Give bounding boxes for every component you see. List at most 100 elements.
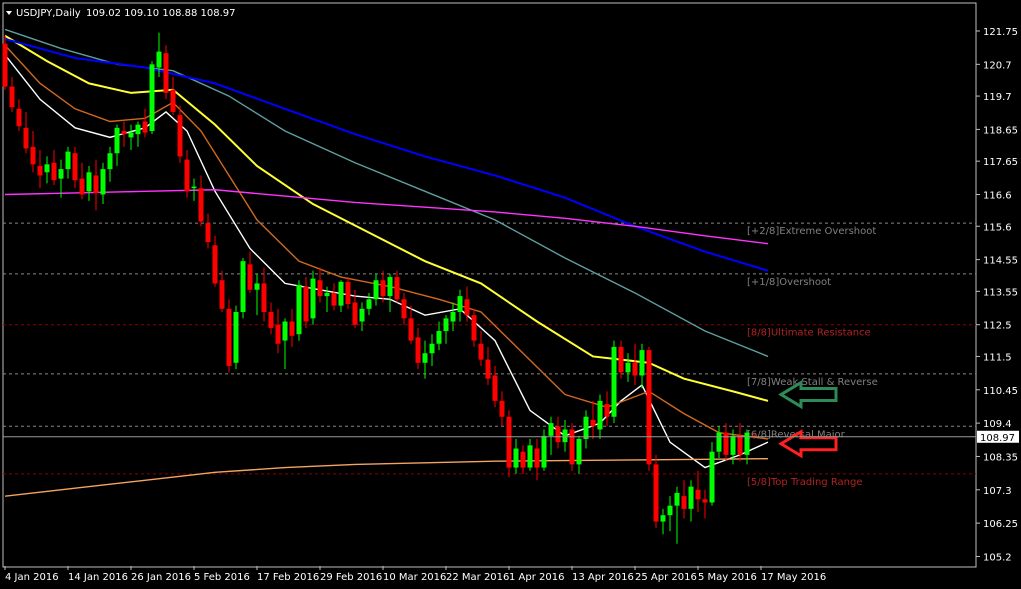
- candle-body: [464, 299, 470, 316]
- candle-body: [65, 151, 71, 170]
- candle-body: [121, 131, 127, 135]
- candle-body: [667, 505, 673, 516]
- candle: [569, 423, 575, 471]
- candle-body: [163, 53, 169, 93]
- candle: [709, 442, 715, 506]
- candle-body: [709, 451, 715, 503]
- candle-body: [44, 164, 50, 173]
- x-tick-label: 1 Apr 2016: [509, 572, 564, 583]
- candle-body: [100, 169, 106, 195]
- candle-body: [576, 438, 582, 465]
- level-label: [+2/8]Extreme Overshoot: [747, 226, 876, 237]
- candle-body: [737, 435, 743, 455]
- y-tick-label: 111.5: [983, 352, 1012, 363]
- x-tick-label: 13 Apr 2016: [572, 572, 634, 583]
- x-tick-label: 26 Jan 2016: [131, 572, 191, 583]
- candle-body: [653, 464, 659, 522]
- candle-body: [597, 400, 603, 430]
- candle-body: [366, 299, 372, 309]
- candle-body: [247, 264, 253, 290]
- candle-body: [499, 400, 505, 417]
- y-tick-label: 105.2: [983, 552, 1012, 563]
- candle-body: [338, 281, 344, 306]
- candle-body: [492, 375, 498, 401]
- candle: [163, 45, 169, 100]
- candle-body: [2, 43, 8, 87]
- y-tick-label: 120.7: [983, 60, 1012, 71]
- candle-body: [401, 299, 407, 319]
- candle-body: [457, 296, 463, 312]
- candle-body: [191, 186, 197, 189]
- candle-body: [450, 311, 456, 322]
- x-tick-label: 5 May 2016: [698, 572, 757, 583]
- candle-body: [660, 515, 666, 522]
- candle-body: [471, 315, 477, 341]
- candle-body: [331, 292, 337, 306]
- candle-body: [86, 172, 92, 192]
- candle: [611, 340, 617, 424]
- candle: [240, 258, 246, 319]
- ohlc-readout: 109.02 109.10 108.88 108.97: [86, 8, 236, 19]
- candle-body: [408, 318, 414, 341]
- candle-body: [436, 331, 442, 344]
- candle-body: [30, 146, 36, 165]
- candle-body: [625, 362, 631, 373]
- level-label: [8/8]Ultimate Resistance: [747, 328, 871, 339]
- candle-body: [534, 448, 540, 468]
- y-tick-label: 116.6: [983, 191, 1012, 202]
- candle-body: [639, 350, 645, 376]
- candle-body: [135, 124, 141, 135]
- y-tick-label: 118.65: [983, 125, 1018, 136]
- candle-body: [170, 89, 176, 112]
- candle-body: [212, 245, 218, 284]
- candle-body: [107, 153, 113, 170]
- candle: [226, 299, 232, 373]
- candle-body: [583, 416, 589, 439]
- y-tick-label: 119.7: [983, 92, 1012, 103]
- candle-body: [387, 277, 393, 297]
- candle-body: [562, 429, 568, 443]
- candle-body: [310, 278, 316, 319]
- candle-body: [380, 280, 386, 297]
- y-tick-label: 109.4: [983, 419, 1012, 430]
- y-tick-label: 107.3: [983, 486, 1012, 497]
- y-tick-label: 112.5: [983, 321, 1012, 332]
- level-label: [+1/8]Overshoot: [747, 277, 831, 288]
- x-tick-label: 22 Mar 2016: [446, 572, 509, 583]
- candle-body: [604, 404, 610, 417]
- y-tick-label: 108.35: [983, 452, 1018, 463]
- candle-body: [429, 343, 435, 354]
- candle-body: [352, 302, 358, 325]
- candle-body: [555, 426, 561, 443]
- candle-body: [702, 499, 708, 503]
- candle-body: [541, 435, 547, 468]
- chart-header: USDJPY,Daily 109.02 109.10 108.88 108.97: [6, 8, 236, 19]
- candle-body: [128, 132, 134, 138]
- candle-body: [723, 432, 729, 455]
- y-tick-label: 117.65: [983, 157, 1018, 168]
- candle: [2, 35, 8, 90]
- x-tick-label: 17 May 2016: [761, 572, 826, 583]
- candle-body: [261, 283, 267, 312]
- candle-body: [16, 108, 22, 127]
- candle-body: [520, 451, 526, 468]
- candle-body: [275, 324, 281, 344]
- candle-body: [695, 489, 701, 500]
- price-chart[interactable]: [+2/8]Extreme Overshoot [+1/8]Overshoot [8…: [0, 0, 1021, 589]
- candle-body: [485, 359, 491, 379]
- candle-body: [681, 496, 687, 509]
- candle-body: [674, 492, 680, 506]
- candle-body: [394, 277, 400, 300]
- candle: [149, 61, 155, 135]
- candle-body: [618, 346, 624, 373]
- candle-body: [611, 346, 617, 417]
- candle: [310, 270, 316, 325]
- last-price-value: 108.97: [980, 433, 1015, 444]
- candle-body: [744, 432, 750, 455]
- candle-body: [219, 280, 225, 309]
- candle-body: [72, 153, 78, 181]
- candle-body: [240, 261, 246, 312]
- candle-body: [303, 286, 309, 322]
- x-tick-label: 4 Jan 2016: [5, 572, 59, 583]
- candle-body: [37, 165, 43, 176]
